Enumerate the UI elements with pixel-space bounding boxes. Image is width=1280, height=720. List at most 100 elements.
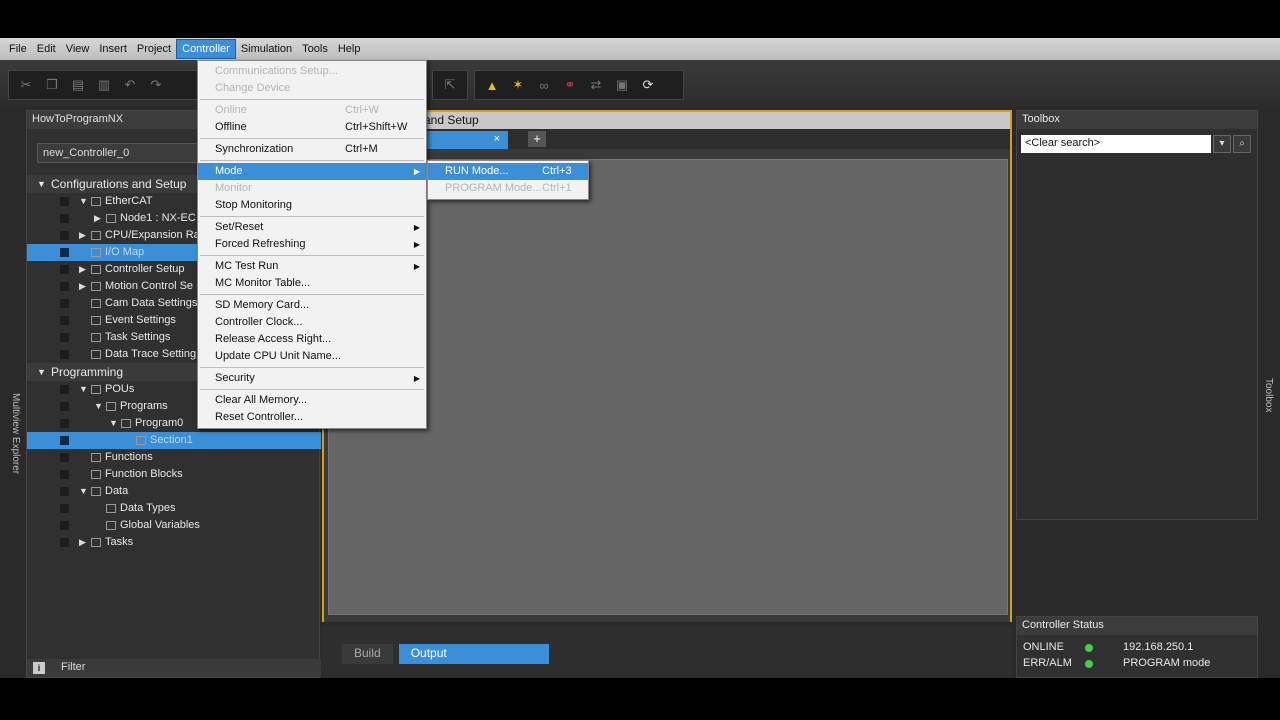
redo-icon[interactable]: ↷ [145, 74, 167, 96]
expand-right-icon[interactable]: ▶ [94, 210, 101, 227]
menu-item-security[interactable]: Security ▶ [198, 370, 426, 387]
checkbox-icon [60, 316, 69, 325]
menu-separator [200, 294, 424, 295]
menu-item-stop-monitoring[interactable]: Stop Monitoring [198, 197, 426, 214]
tab-output[interactable]: Output [398, 644, 549, 664]
expand-right-icon[interactable]: ▶ [79, 261, 86, 278]
transfer-icon[interactable]: ⇄ [585, 74, 607, 96]
tree-item-label: Data Types [120, 502, 176, 514]
tree-node-icon [91, 487, 101, 496]
cut-icon[interactable]: ✂ [15, 74, 37, 96]
multiview-explorer-vertical-tab[interactable]: Multiview Explorer [10, 393, 21, 474]
submenu-arrow-icon: ▶ [413, 167, 420, 176]
menu-controller[interactable]: Controller [176, 39, 236, 59]
tree-group-label: Configurations and Setup [51, 177, 187, 191]
menu-item-label: Online [215, 104, 247, 116]
menu-item-clear-all-memory[interactable]: Clear All Memory... [198, 392, 426, 409]
expand-down-icon[interactable]: ▼ [37, 175, 46, 193]
tree-item-label: Task Settings [105, 331, 171, 343]
controller-select[interactable]: new_Controller_0 [37, 143, 217, 163]
expand-right-icon[interactable]: ▶ [79, 534, 86, 551]
tree-node-icon [91, 231, 101, 240]
menu-separator [200, 367, 424, 368]
network-icon[interactable]: ⚭ [559, 74, 581, 96]
expand-down-icon[interactable]: ▼ [79, 381, 88, 398]
search-dropdown-icon[interactable]: ▾ [1213, 135, 1231, 153]
menu-item-run-mode[interactable]: RUN Mode... Ctrl+3 [428, 163, 588, 180]
menu-item-label: Synchronization [215, 143, 294, 155]
menu-item-controller-clock[interactable]: Controller Clock... [198, 314, 426, 331]
menu-item-forced-refreshing[interactable]: Forced Refreshing ▶ [198, 236, 426, 253]
tree-item-label: CPU/Expansion Ra [105, 229, 200, 241]
menu-item-monitor: Monitor [198, 180, 426, 197]
copy-icon[interactable]: ❐ [41, 74, 63, 96]
expand-down-icon[interactable]: ▼ [109, 415, 118, 432]
link-icon[interactable]: ∞ [533, 74, 555, 96]
menu-shortcut: Ctrl+1 [542, 182, 572, 194]
expand-down-icon[interactable]: ▼ [79, 483, 88, 500]
toolbar-group-2: ⇱ [432, 70, 468, 100]
edit-toolbar-group: ✂ ❐ ▤ ▥ ↶ ↷ [8, 70, 198, 100]
paste-icon[interactable]: ▤ [67, 74, 89, 96]
editor-canvas[interactable] [328, 159, 1008, 615]
menu-view[interactable]: View [61, 40, 95, 58]
expand-right-icon[interactable]: ▶ [79, 227, 86, 244]
menu-item-set-reset[interactable]: Set/Reset ▶ [198, 219, 426, 236]
toolbox-search-input[interactable]: <Clear search> [1021, 135, 1211, 153]
menu-edit[interactable]: Edit [32, 40, 61, 58]
menu-help[interactable]: Help [333, 40, 366, 58]
checkbox-icon [60, 419, 69, 428]
menu-item-mc-monitor-table[interactable]: MC Monitor Table... [198, 275, 426, 292]
add-tab-button[interactable]: + [528, 131, 546, 147]
compare-icon[interactable]: ▣ [611, 74, 633, 96]
checkbox-icon [60, 282, 69, 291]
tab-section1[interactable]: × [424, 131, 508, 149]
checkbox-icon [60, 197, 69, 206]
menu-item-mode[interactable]: Mode ▶ [198, 163, 426, 180]
menu-item-release-access-right[interactable]: Release Access Right... [198, 331, 426, 348]
warning-icon[interactable]: ▲ [481, 74, 503, 96]
expand-down-icon[interactable]: ▼ [79, 193, 88, 210]
filter-bar[interactable]: i Filter [27, 659, 321, 677]
checkbox-icon [60, 231, 69, 240]
tree-item-functions[interactable]: Functions [27, 449, 321, 466]
tree-item-label: Motion Control Se [105, 280, 194, 292]
controller-menu: Communications Setup... Change Device Onli… [197, 60, 427, 429]
menu-item-offline[interactable]: Offline Ctrl+Shift+W [198, 119, 426, 136]
toolbox-vertical-tab[interactable]: Toolbox [1263, 378, 1274, 412]
force-icon[interactable]: ✶ [507, 74, 529, 96]
menu-item-sd-memory-card[interactable]: SD Memory Card... [198, 297, 426, 314]
undo-icon[interactable]: ↶ [119, 74, 141, 96]
ip-address: 192.168.250.1 [1123, 641, 1194, 653]
menu-simulation[interactable]: Simulation [236, 40, 297, 58]
pointer-icon[interactable]: ⇱ [439, 74, 461, 96]
delete-icon[interactable]: ▥ [93, 74, 115, 96]
tree-node-icon [91, 538, 101, 547]
expand-down-icon[interactable]: ▼ [37, 363, 46, 381]
tab-build[interactable]: Build [342, 644, 393, 664]
tree-item-data[interactable]: ▼ Data [27, 483, 321, 500]
tree-item-tasks[interactable]: ▶ Tasks [27, 534, 321, 551]
tree-item-data-types[interactable]: Data Types [27, 500, 321, 517]
expand-down-icon[interactable]: ▼ [94, 398, 103, 415]
menu-project[interactable]: Project [132, 40, 176, 58]
menu-tools[interactable]: Tools [297, 40, 333, 58]
menu-item-reset-controller[interactable]: Reset Controller... [198, 409, 426, 426]
close-tab-icon[interactable]: × [494, 133, 500, 145]
search-icon[interactable]: ⌕ [1233, 135, 1251, 153]
menu-item-synchronization[interactable]: Synchronization Ctrl+M [198, 141, 426, 158]
tree-item-function-blocks[interactable]: Function Blocks [27, 466, 321, 483]
menu-item-label: SD Memory Card... [215, 299, 310, 311]
menu-item-update-cpu-unit-name[interactable]: Update CPU Unit Name... [198, 348, 426, 365]
tree-item-label: Data [105, 485, 129, 497]
tree-item-section1[interactable]: Section1 [27, 432, 321, 449]
expand-right-icon[interactable]: ▶ [79, 278, 86, 295]
menu-item-mc-test-run[interactable]: MC Test Run ▶ [198, 258, 426, 275]
checkbox-icon [60, 385, 69, 394]
menu-item-label: RUN Mode... [445, 165, 509, 177]
refresh-icon[interactable]: ⟳ [637, 74, 659, 96]
tree-node-icon [91, 265, 101, 274]
menu-insert[interactable]: Insert [94, 40, 132, 58]
tree-item-global-variables[interactable]: Global Variables [27, 517, 321, 534]
menu-file[interactable]: File [4, 40, 32, 58]
